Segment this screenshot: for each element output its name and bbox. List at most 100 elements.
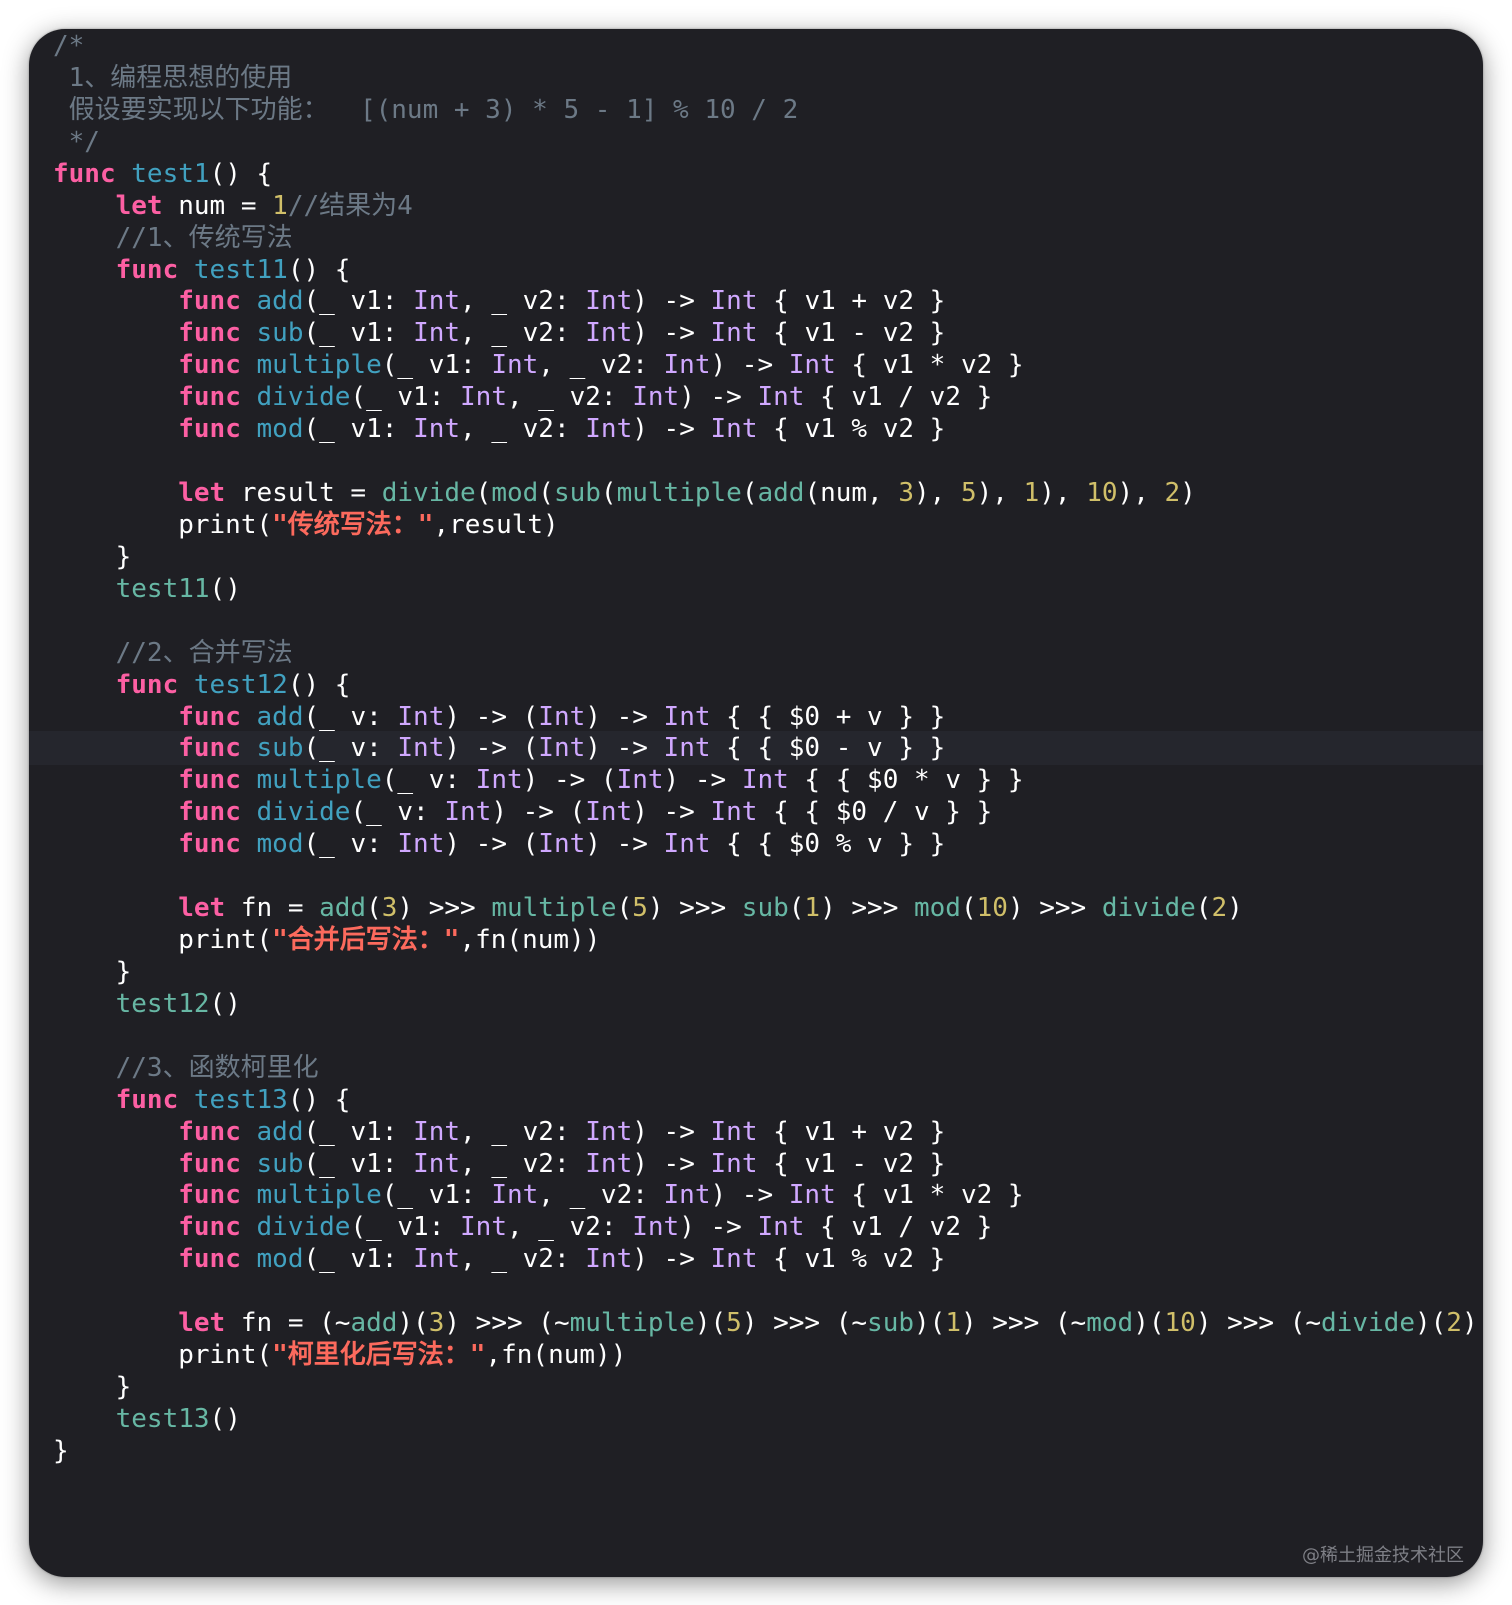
code-token-kw: func bbox=[178, 382, 257, 413]
code-line[interactable]: func divide(_ v1: Int, _ v2: Int) -> Int… bbox=[29, 1210, 1483, 1244]
code-line[interactable]: func divide(_ v1: Int, _ v2: Int) -> Int… bbox=[29, 380, 1483, 414]
code-token-plain: ( bbox=[600, 478, 617, 509]
code-line[interactable] bbox=[29, 859, 1483, 893]
code-token-plain: ) >>> bbox=[397, 893, 492, 924]
code-line[interactable] bbox=[29, 1019, 1483, 1053]
code-token-type: Int bbox=[491, 1180, 539, 1211]
code-token-num: 2 bbox=[1164, 478, 1181, 509]
code-token-plain: ,fn(num)) bbox=[485, 1340, 627, 1371]
code-line[interactable]: test13() bbox=[29, 1402, 1483, 1436]
code-line[interactable] bbox=[29, 1274, 1483, 1308]
code-line[interactable]: func add(_ v: Int) -> (Int) -> Int { { $… bbox=[29, 700, 1483, 734]
code-line[interactable]: func add(_ v1: Int, _ v2: Int) -> Int { … bbox=[29, 284, 1483, 318]
code-line[interactable]: func test1() { bbox=[29, 157, 1483, 191]
code-line[interactable]: test11() bbox=[29, 572, 1483, 606]
code-line[interactable]: print("柯里化后写法：",fn(num)) bbox=[29, 1338, 1483, 1372]
code-line[interactable]: //3、函数柯里化 bbox=[29, 1051, 1483, 1085]
code-token-plain: print( bbox=[53, 925, 273, 956]
code-line[interactable]: func add(_ v1: Int, _ v2: Int) -> Int { … bbox=[29, 1115, 1483, 1149]
code-token-plain: ) -> bbox=[585, 829, 664, 860]
code-token-plain: (_ v: bbox=[381, 765, 476, 796]
code-token-plain: (_ v: bbox=[303, 829, 398, 860]
code-token-plain: () { bbox=[287, 254, 351, 285]
code-token-plain: ) -> ( bbox=[522, 765, 617, 796]
code-line[interactable]: func multiple(_ v1: Int, _ v2: Int) -> I… bbox=[29, 348, 1483, 382]
code-line[interactable]: func mod(_ v: Int) -> (Int) -> Int { { $… bbox=[29, 827, 1483, 861]
code-line[interactable]: } bbox=[29, 1434, 1483, 1468]
code-token-type: Int bbox=[710, 414, 758, 445]
code-token-call: test13 bbox=[115, 1403, 210, 1434]
code-line[interactable]: print("合并后写法：",fn(num)) bbox=[29, 923, 1483, 957]
code-token-call: mod bbox=[914, 893, 961, 924]
code-line[interactable]: func multiple(_ v: Int) -> (Int) -> Int … bbox=[29, 763, 1483, 797]
code-token-type: Int bbox=[632, 382, 680, 413]
code-line[interactable]: print("传统写法：",result) bbox=[29, 508, 1483, 542]
code-line[interactable]: func sub(_ v: Int) -> (Int) -> Int { { $… bbox=[29, 731, 1483, 766]
code-token-plain: fn = bbox=[225, 893, 320, 924]
code-line[interactable]: let num = 1//结果为4 bbox=[29, 189, 1483, 223]
code-token-type: Int bbox=[413, 1116, 461, 1147]
code-token-plain: () bbox=[209, 988, 241, 1019]
code-token-fn: multiple bbox=[256, 1180, 382, 1211]
code-token-plain: ) >>> (~ bbox=[444, 1308, 570, 1339]
code-token-plain: ( bbox=[1195, 893, 1212, 924]
code-token-plain: ) bbox=[1461, 1308, 1478, 1339]
code-line[interactable]: func test12() { bbox=[29, 668, 1483, 702]
code-line[interactable]: func mod(_ v1: Int, _ v2: Int) -> Int { … bbox=[29, 1242, 1483, 1276]
code-line[interactable]: func test13() { bbox=[29, 1083, 1483, 1117]
code-line[interactable]: func test11() { bbox=[29, 253, 1483, 287]
code-token-kw: let bbox=[178, 893, 226, 924]
code-line[interactable]: func divide(_ v: Int) -> (Int) -> Int { … bbox=[29, 795, 1483, 829]
code-line[interactable] bbox=[29, 604, 1483, 638]
code-token-plain: { v1 % v2 } bbox=[757, 1244, 946, 1275]
code-editor[interactable]: /* 1、编程思想的使用 假设要实现以下功能： [(num + 3) * 5 -… bbox=[29, 29, 1483, 1577]
code-line[interactable]: let fn = (~add)(3) >>> (~multiple)(5) >>… bbox=[29, 1306, 1483, 1340]
code-token-plain: () bbox=[209, 1403, 241, 1434]
code-line[interactable]: } bbox=[29, 955, 1483, 989]
code-line[interactable]: func sub(_ v1: Int, _ v2: Int) -> Int { … bbox=[29, 316, 1483, 350]
code-token-kw: func bbox=[178, 701, 257, 732]
code-token-call: mod bbox=[491, 478, 539, 509]
code-token-fn: multiple bbox=[256, 765, 382, 796]
code-line[interactable]: } bbox=[29, 1370, 1483, 1404]
code-token-str: "传统写法：" bbox=[272, 509, 434, 540]
code-token-str: "合并后写法：" bbox=[272, 925, 460, 956]
code-token-fn: divide bbox=[256, 1212, 351, 1243]
code-token-kw: func bbox=[178, 797, 257, 828]
code-line[interactable]: func sub(_ v1: Int, _ v2: Int) -> Int { … bbox=[29, 1147, 1483, 1181]
code-token-plain: , _ v2: bbox=[460, 1148, 586, 1179]
code-line[interactable]: } bbox=[29, 540, 1483, 574]
code-token-plain: ) -> bbox=[632, 414, 711, 445]
code-token-fn: mod bbox=[256, 1244, 304, 1275]
code-line[interactable]: //2、合并写法 bbox=[29, 636, 1483, 670]
code-line[interactable]: test12() bbox=[29, 987, 1483, 1021]
code-token-plain: )( bbox=[397, 1308, 429, 1339]
code-line[interactable]: func mod(_ v1: Int, _ v2: Int) -> Int { … bbox=[29, 412, 1483, 446]
code-line[interactable]: 假设要实现以下功能： [(num + 3) * 5 - 1] % 10 / 2 bbox=[29, 93, 1483, 127]
code-token-type: Int bbox=[397, 829, 445, 860]
code-token-num: 3 bbox=[898, 478, 915, 509]
code-token-plain: { v1 + v2 } bbox=[757, 1116, 946, 1147]
code-line[interactable]: let result = divide(mod(sub(multiple(add… bbox=[29, 476, 1483, 510]
code-token-fn: test1 bbox=[131, 158, 210, 189]
code-line[interactable] bbox=[29, 444, 1483, 478]
code-token-plain: (_ v1: bbox=[303, 1148, 414, 1179]
code-line[interactable]: */ bbox=[29, 125, 1483, 159]
code-token-plain: , _ v2: bbox=[460, 1116, 586, 1147]
code-line[interactable]: /* bbox=[29, 29, 1483, 63]
code-token-type: Int bbox=[585, 1116, 633, 1147]
code-line[interactable]: let fn = add(3) >>> multiple(5) >>> sub(… bbox=[29, 891, 1483, 925]
code-line[interactable]: func multiple(_ v1: Int, _ v2: Int) -> I… bbox=[29, 1178, 1483, 1212]
code-line[interactable]: //1、传统写法 bbox=[29, 221, 1483, 255]
code-token-fn: mod bbox=[256, 414, 304, 445]
code-line[interactable]: 1、编程思想的使用 bbox=[29, 61, 1483, 95]
code-token-type: Int bbox=[741, 765, 789, 796]
